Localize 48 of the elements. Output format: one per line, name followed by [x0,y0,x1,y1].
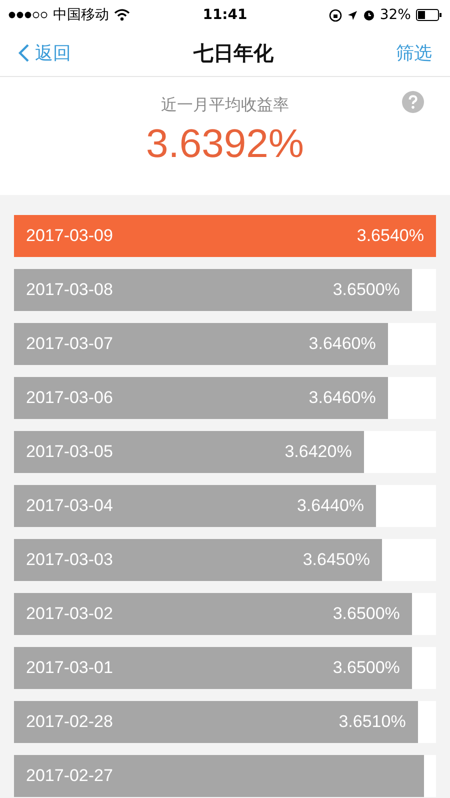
row-date: 2017-03-09 [26,226,113,246]
row-date: 2017-02-27 [26,766,113,786]
yield-bar[interactable]: 2017-03-05 3.6420% [14,431,364,473]
row-date: 2017-03-03 [26,550,113,570]
average-yield: 3.6392% [146,122,304,167]
status-time: 11:41 [202,7,248,23]
yield-bar[interactable]: 2017-02-28 3.6510% [14,701,418,743]
battery-percent: 32% [380,7,411,23]
yield-bar[interactable]: 2017-03-07 3.6460% [14,323,388,365]
help-icon[interactable] [402,91,424,113]
row-date: 2017-03-01 [26,658,113,678]
row-date: 2017-03-04 [26,496,113,516]
row-rate: 3.6500% [332,658,400,678]
battery-icon [416,9,442,21]
row-rate: 3.6510% [338,712,406,732]
row-rate: 3.6500% [332,604,400,624]
summary-label: 近一月平均收益率 [161,95,289,116]
row-date: 2017-03-02 [26,604,113,624]
row-date: 2017-02-28 [26,712,113,732]
row-date: 2017-03-06 [26,388,113,408]
location-icon [346,10,358,20]
row-rate: 3.6450% [302,550,370,570]
yield-bar[interactable]: 2017-03-09 3.6540% [14,215,436,257]
rotation-lock-icon [328,8,342,22]
carrier-name: 中国移动 [53,6,109,24]
alarm-icon [362,9,375,21]
row-date: 2017-03-07 [26,334,113,354]
chevron-left-icon [18,43,30,63]
filter-button[interactable]: 筛选 [396,41,432,65]
row-rate: 3.6500% [332,280,400,300]
row-date: 2017-03-08 [26,280,113,300]
wifi-icon [114,9,130,21]
row-date: 2017-03-05 [26,442,113,462]
yield-bar[interactable]: 2017-03-01 3.6500% [14,647,412,689]
back-button[interactable]: 返回 [18,41,71,65]
row-rate: 3.6420% [284,442,352,462]
row-rate: 3.6460% [308,334,376,354]
page-title: 七日年化 [194,40,274,66]
signal-icon [8,11,48,19]
yield-bar[interactable]: 2017-03-06 3.6460% [14,377,388,419]
row-rate: 3.6460% [308,388,376,408]
yield-bar[interactable]: 2017-02-27 [14,755,424,797]
row-rate: 3.6440% [296,496,364,516]
yield-bar[interactable]: 2017-03-03 3.6450% [14,539,382,581]
yield-bar[interactable]: 2017-03-04 3.6440% [14,485,376,527]
yield-bar[interactable]: 2017-03-02 3.6500% [14,593,412,635]
row-rate: 3.6540% [356,226,424,246]
yield-bar[interactable]: 2017-03-08 3.6500% [14,269,412,311]
